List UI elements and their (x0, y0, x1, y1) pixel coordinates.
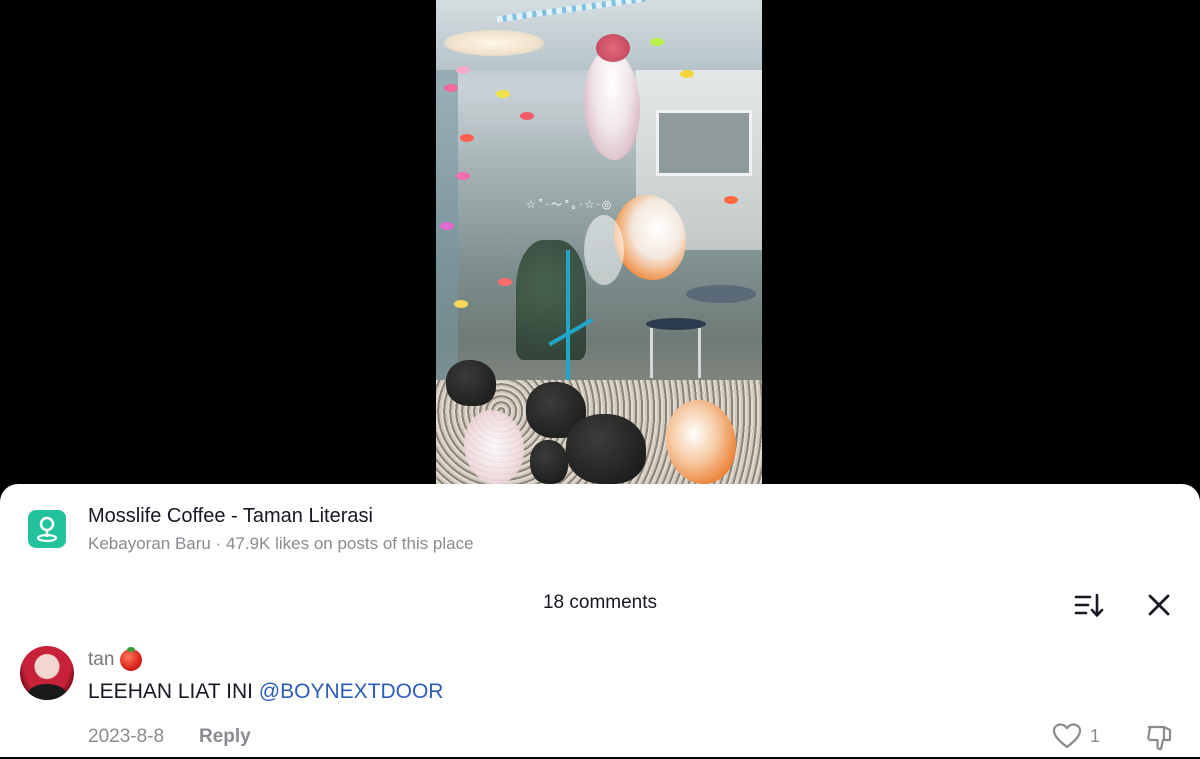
comments-header: 18 comments (0, 584, 1200, 624)
video-rock (446, 360, 496, 406)
comment-mention-link[interactable]: @BOYNEXTDOOR (259, 680, 444, 703)
comments-count: 18 comments (542, 592, 658, 613)
close-button[interactable] (1142, 588, 1176, 622)
video-stool (646, 318, 706, 330)
comment-date: 2023-8-8 (88, 726, 165, 747)
video-tetra-fish (440, 222, 454, 230)
like-count: 1 (1090, 725, 1101, 746)
video-tetra-fish (456, 66, 470, 74)
video-stool-leg (650, 328, 653, 378)
dislike-button[interactable] (1144, 722, 1176, 754)
comments-sheet: Mosslife Coffee - Taman Literasi Kebayor… (0, 484, 1200, 757)
video-stand (566, 250, 570, 380)
video-tetra-fish (454, 300, 468, 308)
video-tetra-fish (680, 70, 694, 78)
video-tetra-fish (520, 112, 534, 120)
sort-button[interactable] (1072, 588, 1106, 622)
video-tetra-fish (498, 278, 512, 286)
place-meta: Kebayoran Baru · 47.9K likes on posts of… (88, 534, 474, 553)
comment-username-row[interactable]: tan (88, 647, 143, 671)
thumbs-down-icon (1147, 725, 1172, 751)
video-tetra-fish (460, 134, 474, 142)
video-glass-edge (436, 70, 458, 390)
video-stool-leg (698, 328, 701, 378)
video-tetra-fish (496, 90, 510, 98)
comment-item: tan LEEHAN LIAT INI @BOYNEXTDOOR 2023-8-… (0, 642, 1200, 757)
like-button[interactable]: 1 (1052, 722, 1100, 750)
heart-icon (1052, 723, 1082, 749)
video-player[interactable]: ☆˚·～°。·☆·◎ (0, 0, 1200, 484)
video-rock (566, 414, 646, 484)
place-name[interactable]: Mosslife Coffee - Taman Literasi (88, 505, 373, 528)
video-tetra-fish (650, 38, 664, 46)
sort-icon (1074, 593, 1104, 617)
location-pin-icon (28, 510, 66, 548)
video-tetra-fish (724, 196, 738, 204)
close-icon (1148, 594, 1170, 616)
comment-text-body: LEEHAN LIAT INI (88, 680, 259, 703)
video-sparkle-overlay: ☆˚·～°。·☆·◎ (526, 198, 614, 211)
video-lamp (444, 30, 544, 56)
video-tetra-fish (456, 172, 470, 180)
comment-username[interactable]: tan (88, 649, 114, 671)
video-rock (530, 440, 568, 484)
video-frame-aquarium[interactable]: ☆˚·～°。·☆·◎ (436, 0, 762, 484)
avatar[interactable] (20, 646, 74, 700)
tomato-emoji-icon (120, 647, 143, 671)
video-table (686, 285, 756, 303)
video-tetra-fish (444, 84, 458, 92)
place-card[interactable]: Mosslife Coffee - Taman Literasi Kebayor… (0, 484, 1200, 574)
comment-text: LEEHAN LIAT INI @BOYNEXTDOOR (88, 680, 443, 704)
reply-button[interactable]: Reply (199, 726, 251, 748)
